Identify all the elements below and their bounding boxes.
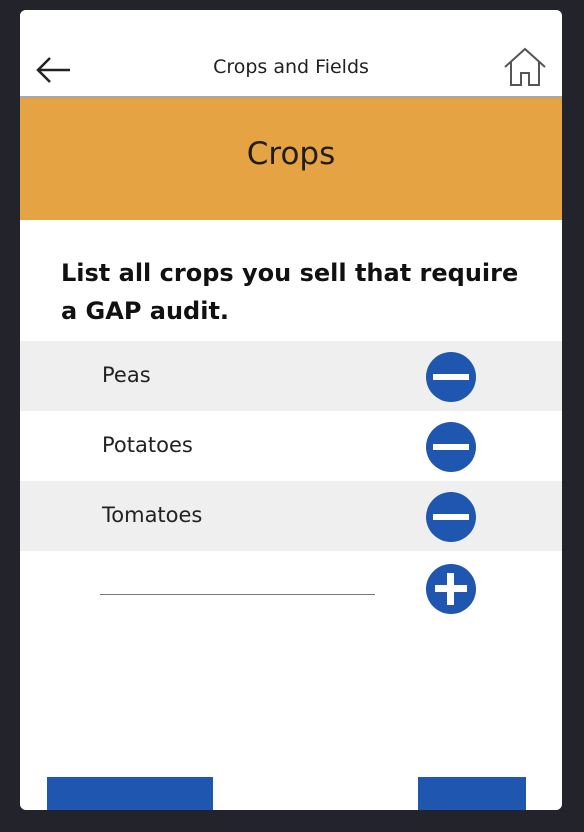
banner-title: Crops: [246, 136, 336, 172]
remove-crop-button[interactable]: [426, 422, 476, 472]
home-icon: [504, 47, 546, 86]
instruction-text: List all crops you sell that require a G…: [61, 259, 519, 325]
remove-crop-button[interactable]: [426, 492, 476, 542]
crop-name: Tomatoes: [102, 503, 203, 527]
app-screen: Crops and Fields Crops List all crops yo…: [20, 10, 562, 810]
minus-icon: [433, 514, 469, 520]
crop-name: Potatoes: [102, 433, 193, 457]
section-banner: Crops: [20, 98, 562, 220]
new-crop-input[interactable]: [100, 570, 375, 595]
top-bar: Crops and Fields: [20, 10, 562, 98]
minus-icon: [433, 374, 469, 380]
bottom-left-button[interactable]: [47, 777, 213, 810]
list-item: Peas: [20, 341, 562, 411]
screen-title: Crops and Fields: [213, 56, 369, 78]
minus-icon: [433, 444, 469, 450]
list-item: Tomatoes: [20, 481, 562, 551]
bottom-right-button[interactable]: [418, 777, 526, 810]
crop-name: Peas: [102, 363, 151, 387]
crop-list: Peas Potatoes Tomatoes: [20, 341, 562, 551]
plus-icon-vertical: [447, 573, 454, 605]
home-button[interactable]: [502, 46, 548, 88]
list-item: Potatoes: [20, 411, 562, 481]
add-crop-button[interactable]: [426, 564, 476, 614]
remove-crop-button[interactable]: [426, 352, 476, 402]
